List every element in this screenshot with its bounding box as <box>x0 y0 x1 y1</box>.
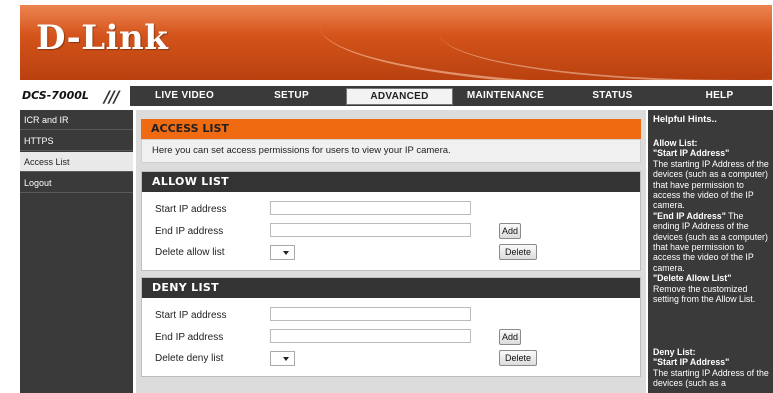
deny-end-ip-input[interactable] <box>270 329 471 343</box>
tab-help[interactable]: HELP <box>667 88 772 104</box>
allow-end-ip-input[interactable] <box>270 223 471 237</box>
deny-add-button[interactable]: Add <box>499 329 521 345</box>
deny-list-header: DENY LIST <box>142 278 640 298</box>
sidebar-item-https[interactable]: HTTPS <box>20 131 133 151</box>
allow-list-section: ALLOW LIST Start IP address End IP addre… <box>141 171 641 271</box>
deny-end-ip-label: End IP address <box>155 332 224 343</box>
page-title-bar: ACCESS LIST <box>141 119 641 139</box>
help-allow-end-title: "End IP Address" <box>653 210 726 221</box>
tab-setup[interactable]: SETUP <box>239 88 344 104</box>
chevron-down-icon <box>283 251 289 255</box>
sidebar: ICR and IR HTTPS Access List Logout <box>20 110 133 393</box>
allow-start-ip-input[interactable] <box>270 201 471 215</box>
dlink-logo: D-Link <box>36 18 169 58</box>
allow-list-title: ALLOW LIST <box>152 175 229 188</box>
main-content: ACCESS LIST Here you can set access perm… <box>136 110 646 393</box>
deny-list-title: DENY LIST <box>152 281 219 294</box>
deny-list-section: DENY LIST Start IP address End IP addres… <box>141 277 641 377</box>
help-allow-delete-text: Remove the customized setting from the A… <box>653 283 756 305</box>
help-allow-delete-title: "Delete Allow List" <box>653 273 732 284</box>
sidebar-item-icr-and-ir[interactable]: ICR and IR <box>20 110 133 130</box>
delete-deny-list-label: Delete deny list <box>155 353 224 364</box>
page-description-box: Here you can set access permissions for … <box>141 139 641 163</box>
page-description: Here you can set access permissions for … <box>152 145 451 156</box>
allow-start-ip-label: Start IP address <box>155 204 227 215</box>
camera-web-ui: D-Link DCS-7000L /// LIVE VIDEO SETUP AD… <box>0 0 773 393</box>
tab-status[interactable]: STATUS <box>560 88 665 104</box>
helpful-hints-panel: Helpful Hints.. Allow List: "Start IP Ad… <box>648 110 773 393</box>
model-name: DCS-7000L <box>22 89 89 102</box>
top-nav: DCS-7000L /// LIVE VIDEO SETUP ADVANCED … <box>20 86 772 106</box>
help-deny-start-text: The starting IP Address of the devices (… <box>653 367 769 389</box>
model-badge: DCS-7000L /// <box>20 86 130 106</box>
delete-allow-list-select[interactable] <box>270 245 295 260</box>
help-deny-title: Deny List: <box>653 347 696 357</box>
sidebar-item-logout[interactable]: Logout <box>20 173 133 193</box>
help-allow-start-title: "Start IP Address" <box>653 148 730 159</box>
help-deny-start-title: "Start IP Address" <box>653 357 730 368</box>
header-banner: D-Link <box>20 5 772 80</box>
help-allow-start-text: The starting IP Address of the devices (… <box>653 158 769 211</box>
help-heading: Helpful Hints.. <box>653 114 717 125</box>
tab-maintenance[interactable]: MAINTENANCE <box>453 88 558 104</box>
allow-add-button[interactable]: Add <box>499 223 521 239</box>
deny-start-ip-input[interactable] <box>270 307 471 321</box>
tab-advanced[interactable]: ADVANCED <box>346 88 453 105</box>
slashes-icon: /// <box>104 87 120 106</box>
allow-end-ip-label: End IP address <box>155 226 224 237</box>
delete-allow-list-label: Delete allow list <box>155 247 225 258</box>
page-title: ACCESS LIST <box>151 122 229 135</box>
help-deny-list: Deny List: "Start IP Address" The starti… <box>653 347 769 389</box>
delete-deny-list-select[interactable] <box>270 351 295 366</box>
chevron-down-icon <box>283 357 289 361</box>
deny-delete-button[interactable]: Delete <box>499 350 537 366</box>
allow-delete-button[interactable]: Delete <box>499 244 537 260</box>
help-allow-list: Allow List: "Start IP Address" The start… <box>653 138 769 305</box>
help-allow-title: Allow List: <box>653 138 698 148</box>
allow-list-header: ALLOW LIST <box>142 172 640 192</box>
deny-start-ip-label: Start IP address <box>155 310 227 321</box>
sidebar-item-access-list[interactable]: Access List <box>20 152 133 172</box>
tab-live-video[interactable]: LIVE VIDEO <box>132 88 237 104</box>
